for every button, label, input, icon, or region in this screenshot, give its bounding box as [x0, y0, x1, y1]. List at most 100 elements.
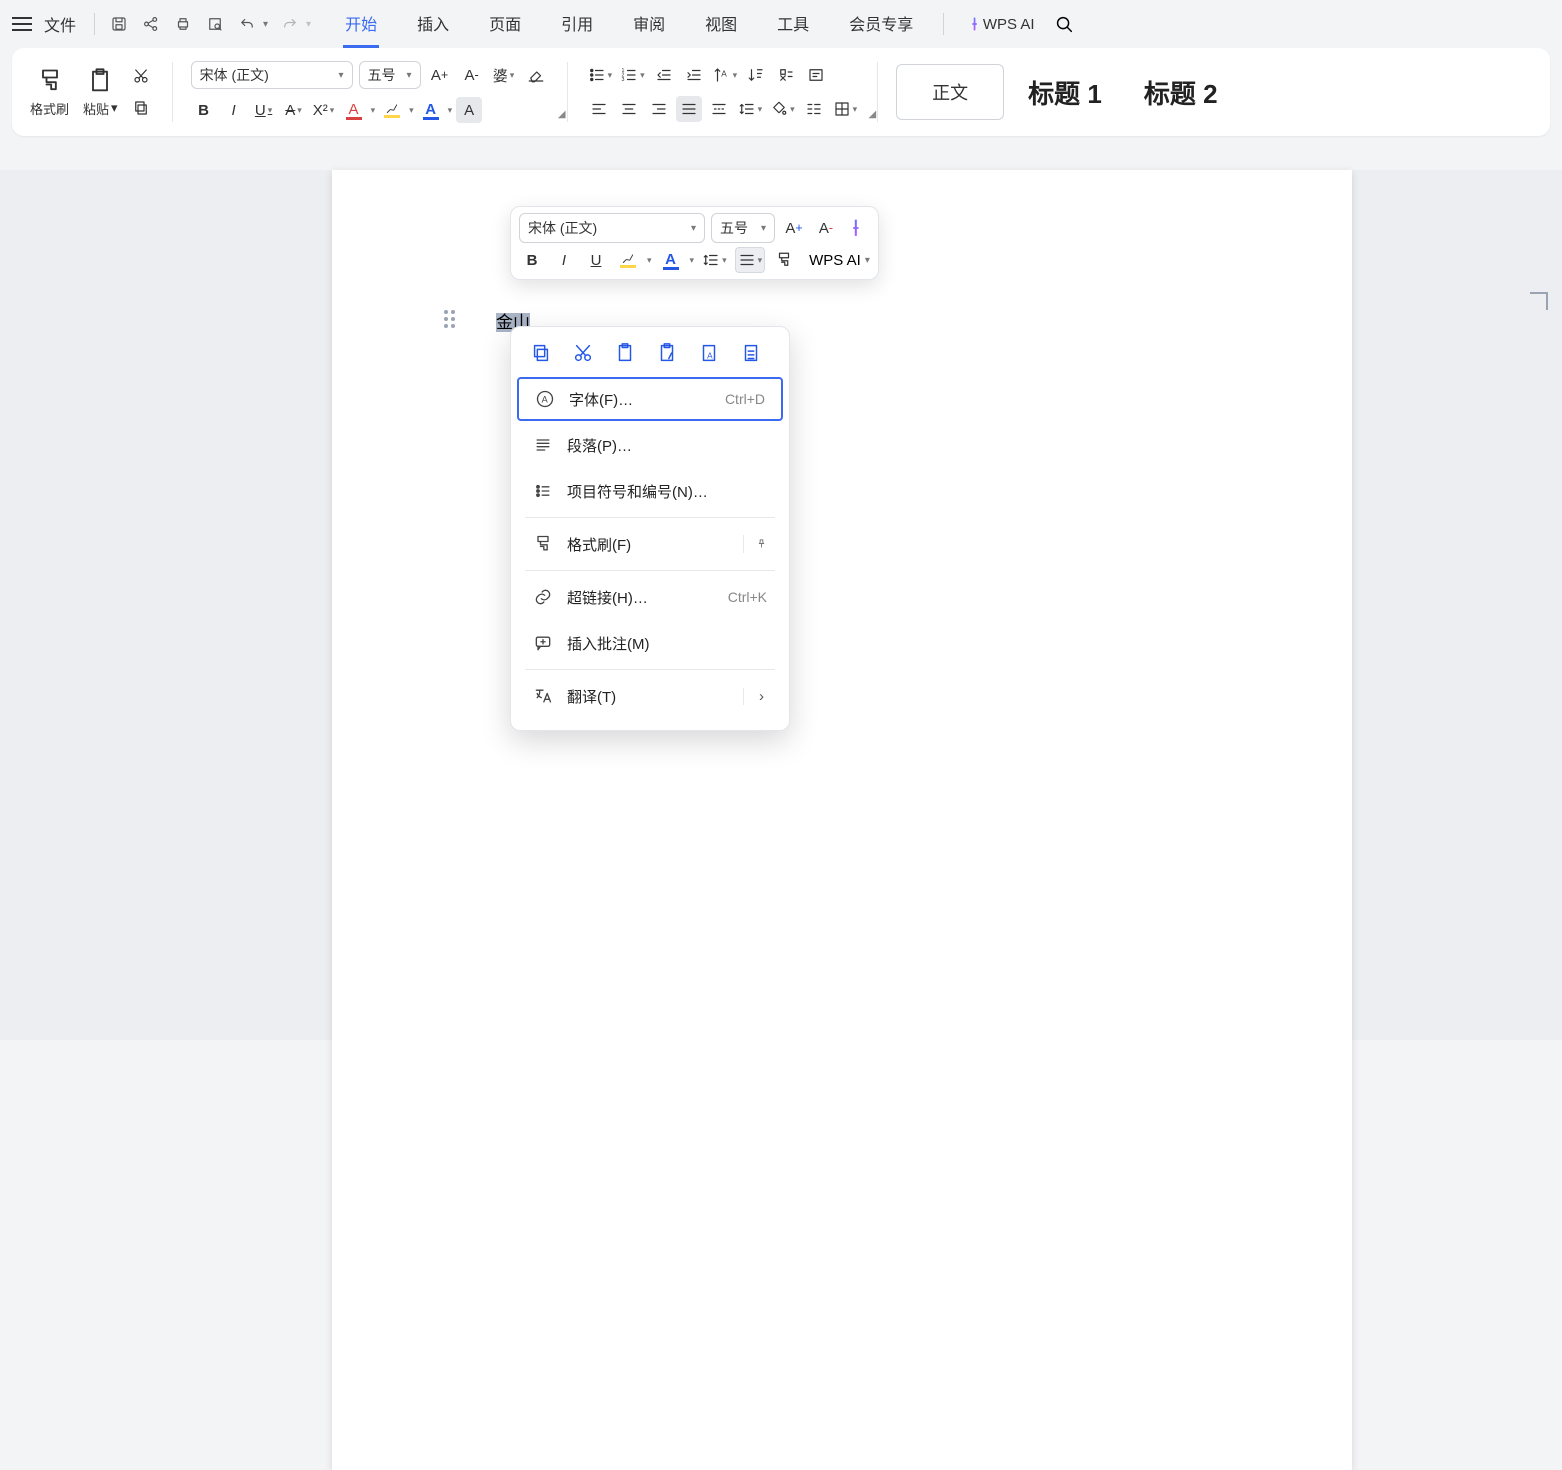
highlight-button[interactable] [379, 97, 405, 123]
line-spacing-button[interactable]: ▾ [736, 96, 765, 122]
tab-member[interactable]: 会员专享 [847, 1, 915, 48]
ctx-font-hotkey: Ctrl+D [725, 391, 765, 407]
tab-start[interactable]: 开始 [343, 1, 379, 48]
ctx-bullets-item[interactable]: 项目符号和编号(N)… [517, 469, 783, 513]
print-icon[interactable] [169, 10, 197, 38]
ctx-cut-icon[interactable] [571, 341, 595, 365]
bullets-button[interactable]: ▾ [586, 62, 615, 88]
increase-indent-button[interactable] [681, 62, 707, 88]
file-menu[interactable]: 文件 [44, 12, 76, 36]
mini-shrink-font[interactable]: A- [813, 215, 839, 241]
mini-font-color[interactable]: A [658, 247, 684, 273]
mini-ai-logo-icon[interactable]: ⟊ [853, 215, 859, 241]
ctx-paste-keep-format-icon[interactable] [655, 341, 679, 365]
style-heading1[interactable]: 标题 1 [1010, 74, 1120, 111]
font-dialog-launcher[interactable]: ◢ [558, 109, 566, 120]
shading-button[interactable]: ▾ [768, 96, 797, 122]
para-dialog-launcher[interactable]: ◢ [868, 109, 876, 120]
paste-button[interactable]: 粘贴▾ [79, 65, 122, 120]
sort-button[interactable] [743, 62, 769, 88]
ctx-paragraph-item[interactable]: 段落(P)… [517, 423, 783, 467]
ctx-translate-chevron-icon[interactable]: › [743, 688, 767, 705]
mini-alignment[interactable]: ▾ [735, 247, 766, 273]
mini-highlight[interactable] [615, 247, 641, 273]
mini-font-size-combo[interactable]: 五号▾ [711, 213, 775, 243]
style-heading2[interactable]: 标题 2 [1126, 74, 1236, 111]
font-name-value: 宋体 (正文) [200, 65, 269, 85]
text-direction-button[interactable]: A▾ [711, 62, 740, 88]
document-page[interactable] [332, 170, 1352, 1470]
mini-bold[interactable]: B [519, 247, 545, 273]
text-effects-button[interactable]: A [418, 97, 444, 123]
align-justify-button[interactable] [676, 96, 702, 122]
redo-icon[interactable] [276, 10, 304, 38]
mini-wps-ai[interactable]: WPS AI▾ [809, 252, 870, 269]
ctx-copy-icon[interactable] [529, 341, 553, 365]
copy-icon[interactable] [128, 95, 154, 121]
ctx-hyperlink-item[interactable]: 超链接(H)… Ctrl+K [517, 575, 783, 619]
tab-layout[interactable]: 页面 [487, 1, 523, 48]
ctx-font-item[interactable]: A 字体(F)… Ctrl+D [517, 377, 783, 421]
char-shading-button[interactable]: A [456, 97, 482, 123]
mini-font-size-value: 五号 [720, 218, 748, 238]
font-name-combo[interactable]: 宋体 (正文)▾ [191, 61, 353, 89]
redo-dropdown[interactable]: ▾ [306, 19, 311, 30]
style-normal[interactable]: 正文 [896, 64, 1004, 120]
borders-button[interactable]: ▾ [831, 96, 860, 122]
numbering-button[interactable]: 123▾ [618, 62, 647, 88]
show-marks-button[interactable] [803, 62, 829, 88]
cut-icon[interactable] [128, 63, 154, 89]
link-icon [533, 587, 553, 607]
wps-ai-button[interactable]: ⟊ WPS AI [972, 14, 1034, 35]
ctx-format-painter-item[interactable]: 格式刷(F) [517, 522, 783, 566]
mini-italic[interactable]: I [551, 247, 577, 273]
tab-tools[interactable]: 工具 [775, 1, 811, 48]
mini-format-painter[interactable] [771, 247, 797, 273]
tab-view[interactable]: 视图 [703, 1, 739, 48]
shrink-font-button[interactable]: A- [459, 62, 485, 88]
underline-button[interactable]: U▾ [251, 97, 277, 123]
print-preview-icon[interactable] [201, 10, 229, 38]
superscript-button[interactable]: X²▾ [311, 97, 337, 123]
font-color-button[interactable]: A [341, 97, 367, 123]
tabs-button[interactable] [801, 96, 827, 122]
tab-ref[interactable]: 引用 [559, 1, 595, 48]
ctx-translate-item[interactable]: 翻译(T) › [517, 674, 783, 718]
clear-format-button[interactable] [523, 62, 549, 88]
save-icon[interactable] [105, 10, 133, 38]
mini-font-name-combo[interactable]: 宋体 (正文)▾ [519, 213, 705, 243]
italic-button[interactable]: I [221, 97, 247, 123]
distribute-button[interactable] [706, 96, 732, 122]
ctx-paste-icon[interactable] [613, 341, 637, 365]
undo-dropdown[interactable]: ▾ [263, 19, 268, 30]
ctx-paste-list-icon[interactable] [739, 341, 763, 365]
grow-font-button[interactable]: A+ [427, 62, 453, 88]
menu-icon[interactable] [12, 14, 32, 34]
mini-underline[interactable]: U [583, 247, 609, 273]
ctx-paste-text-icon[interactable]: A [697, 341, 721, 365]
paragraph-icon [533, 435, 553, 455]
format-painter-button[interactable]: 格式刷 [26, 65, 73, 120]
phonetic-guide-button[interactable]: 婆▾ [491, 62, 517, 88]
select-button[interactable] [773, 62, 799, 88]
mini-grow-font[interactable]: A+ [781, 215, 807, 241]
font-size-combo[interactable]: 五号▾ [359, 61, 421, 89]
align-right-button[interactable] [646, 96, 672, 122]
tab-review[interactable]: 审阅 [631, 1, 667, 48]
ctx-comment-item[interactable]: 插入批注(M) [517, 621, 783, 665]
strikethrough-button[interactable]: A▾ [281, 97, 307, 123]
mini-toolbar: 宋体 (正文)▾ 五号▾ A+ A- ⟊ B I U ▾ A▾ ▾ ▾ WPS … [510, 206, 879, 280]
align-left-button[interactable] [586, 96, 612, 122]
tab-insert[interactable]: 插入 [415, 1, 451, 48]
svg-text:A: A [542, 394, 549, 404]
bold-button[interactable]: B [191, 97, 217, 123]
search-icon[interactable] [1053, 13, 1075, 35]
share-icon[interactable] [137, 10, 165, 38]
drag-handle-icon[interactable] [444, 310, 455, 328]
mini-line-spacing[interactable]: ▾ [700, 247, 729, 273]
separator: ◢ [567, 62, 568, 122]
undo-icon[interactable] [233, 10, 261, 38]
align-center-button[interactable] [616, 96, 642, 122]
ctx-format-painter-pin-icon[interactable] [743, 535, 767, 553]
decrease-indent-button[interactable] [651, 62, 677, 88]
